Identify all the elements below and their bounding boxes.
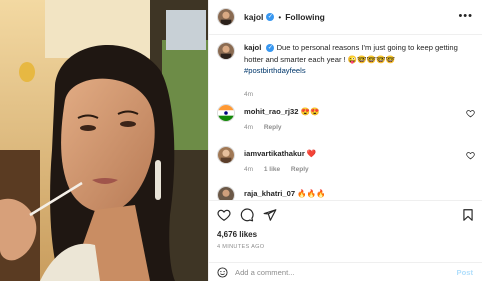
likes-count[interactable]: 4,676 likes — [217, 230, 257, 239]
comment-time[interactable]: 4m — [244, 124, 253, 131]
commenter-avatar[interactable] — [217, 104, 235, 122]
comment-text: 🔥🔥🔥 — [297, 189, 326, 198]
comment-username[interactable]: raja_khatri_07 — [244, 189, 295, 198]
caption-body: Due to personal reasons I'm just going t… — [244, 43, 458, 64]
smiley-emoji-icon[interactable] — [217, 267, 228, 278]
caption-hashtag[interactable]: #postbirthdayfeels — [244, 66, 306, 75]
comment-text: 😍😍 — [300, 107, 320, 116]
verified-badge-icon: ✓ — [266, 13, 275, 21]
add-comment-bar: Post — [209, 262, 482, 281]
comment-username[interactable]: mohit_rao_rj32 — [244, 107, 298, 116]
comment-input[interactable] — [235, 266, 435, 279]
comment-item: raja_khatri_07 🔥🔥🔥 — [217, 186, 475, 200]
comment-item: iamvartikathakur ❤️ 4m 1 like Reply — [217, 146, 475, 186]
caption-avatar[interactable] — [217, 42, 235, 60]
post-timestamp[interactable]: 4 MINUTES AGO — [217, 244, 264, 250]
author-username[interactable]: kajol — [244, 12, 263, 22]
commenter-avatar[interactable] — [217, 186, 235, 200]
comment-likes[interactable]: 1 like — [264, 166, 280, 173]
comment-text: ❤️ — [306, 149, 317, 158]
post-image — [0, 0, 208, 281]
following-button[interactable]: Following — [285, 12, 325, 22]
commenter-avatar[interactable] — [217, 146, 235, 164]
comment-line: raja_khatri_07 🔥🔥🔥 — [244, 186, 475, 199]
action-bar — [209, 200, 482, 228]
comment-time[interactable]: 4m — [244, 166, 253, 173]
reply-button[interactable]: Reply — [291, 166, 309, 173]
separator-dot: • — [278, 12, 282, 22]
caption-time[interactable]: 4m — [244, 91, 475, 98]
comment-username[interactable]: iamvartikathakur — [244, 149, 305, 158]
post-comment-button[interactable]: Post — [457, 268, 473, 277]
comment-item: mohit_rao_rj32 😍😍 4m Reply — [217, 104, 475, 144]
post-photo[interactable] — [0, 0, 208, 281]
comment-line: mohit_rao_rj32 😍😍 — [244, 104, 475, 117]
post-caption: kajol ✓ Due to personal reasons I'm just… — [217, 42, 475, 98]
bookmark-icon[interactable] — [461, 208, 475, 222]
comment-like-heart-icon[interactable] — [466, 109, 475, 118]
paper-plane-icon[interactable] — [263, 208, 277, 222]
comment-meta: 4m 1 like Reply — [244, 166, 475, 173]
heart-icon[interactable] — [217, 208, 231, 222]
reply-button[interactable]: Reply — [264, 124, 282, 131]
caption-text: kajol ✓ Due to personal reasons I'm just… — [244, 42, 475, 77]
comment-meta: 4m Reply — [244, 124, 475, 131]
verified-badge-icon: ✓ — [266, 44, 275, 52]
post-header: kajol ✓ • Following ••• — [209, 0, 482, 35]
post-sidebar: kajol ✓ • Following ••• kajol ✓ Due to p… — [208, 0, 482, 281]
more-options-icon[interactable]: ••• — [458, 11, 473, 22]
comment-like-heart-icon[interactable] — [466, 151, 475, 160]
comment-line: iamvartikathakur ❤️ — [244, 146, 475, 159]
caption-username[interactable]: kajol — [244, 43, 261, 52]
author-avatar[interactable] — [217, 8, 235, 26]
comment-bubble-icon[interactable] — [240, 208, 254, 222]
